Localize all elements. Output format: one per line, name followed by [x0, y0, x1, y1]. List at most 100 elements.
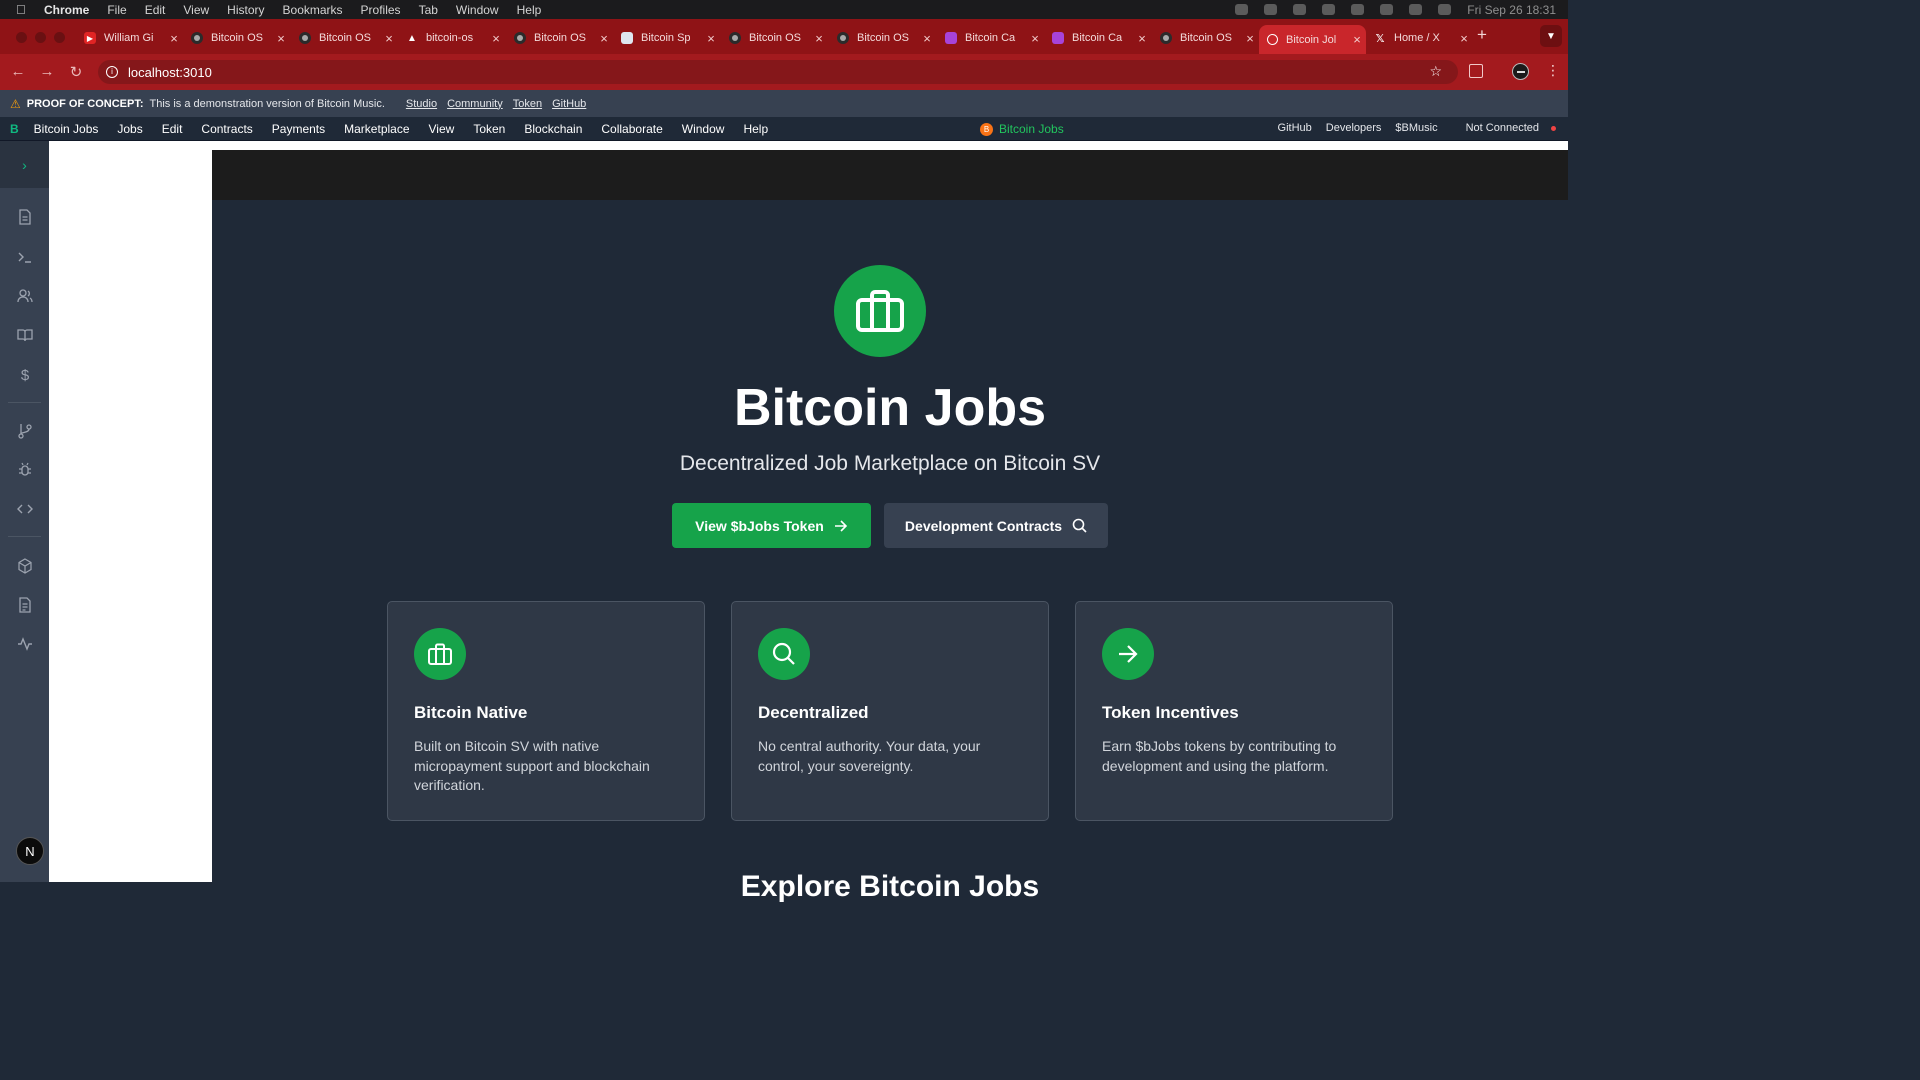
link-developers[interactable]: Developers: [1326, 122, 1382, 134]
dollar-icon[interactable]: $: [17, 367, 33, 384]
tab[interactable]: Bitcoin OS ×: [291, 26, 398, 50]
close-tab-icon[interactable]: ×: [1348, 32, 1366, 47]
new-tab-button[interactable]: +: [1477, 25, 1487, 45]
tab[interactable]: Bitcoin OS ×: [721, 26, 828, 50]
close-window-button[interactable]: [16, 32, 27, 43]
tab[interactable]: Bitcoin OS ×: [829, 26, 936, 50]
mac-menu-app[interactable]: Chrome: [44, 3, 89, 17]
view-token-button[interactable]: View $bJobs Token: [672, 503, 871, 548]
tab[interactable]: Bitcoin OS ×: [506, 26, 613, 50]
address-bar[interactable]: i localhost:3010 ☆: [98, 60, 1458, 84]
development-contracts-button[interactable]: Development Contracts: [884, 503, 1108, 548]
menu-blockchain[interactable]: Blockchain: [524, 122, 582, 136]
poc-link-community[interactable]: Community: [447, 98, 503, 110]
forward-button[interactable]: →: [37, 63, 57, 80]
wifi-icon[interactable]: [1351, 4, 1365, 15]
apple-icon[interactable]: : [16, 2, 30, 17]
close-tab-icon[interactable]: ×: [1026, 31, 1044, 46]
mac-menu-history[interactable]: History: [227, 3, 264, 17]
reload-button[interactable]: ↻: [66, 63, 86, 81]
close-tab-icon[interactable]: ×: [487, 31, 505, 46]
expand-sidebar-button[interactable]: ›: [0, 141, 49, 188]
mac-menu-file[interactable]: File: [107, 3, 126, 17]
next-dev-badge[interactable]: N: [16, 837, 44, 865]
media-icon[interactable]: [1322, 4, 1336, 15]
terminal-icon[interactable]: [17, 249, 33, 265]
siri-icon[interactable]: [1438, 4, 1452, 15]
poc-link-studio[interactable]: Studio: [406, 98, 437, 110]
volume-icon[interactable]: [1293, 4, 1307, 15]
mac-menu-window[interactable]: Window: [456, 3, 499, 17]
tray-app-icon[interactable]: [1235, 4, 1249, 15]
feature-description: Earn $bJobs tokens by contributing to de…: [1102, 738, 1337, 774]
url-text[interactable]: localhost:3010: [128, 65, 212, 80]
close-tab-icon[interactable]: ×: [1455, 31, 1473, 46]
menu-marketplace[interactable]: Marketplace: [344, 122, 409, 136]
mac-menu-help[interactable]: Help: [517, 3, 542, 17]
close-tab-icon[interactable]: ×: [272, 31, 290, 46]
menu-view[interactable]: View: [429, 122, 455, 136]
bug-icon[interactable]: [17, 462, 33, 478]
tab[interactable]: ▶ William Gi ×: [76, 26, 183, 50]
document-icon[interactable]: [17, 209, 33, 225]
mac-menu-view[interactable]: View: [183, 3, 209, 17]
file-icon[interactable]: [17, 597, 33, 613]
control-center-icon[interactable]: [1380, 4, 1394, 15]
site-info-icon[interactable]: i: [106, 66, 118, 78]
menu-jobs[interactable]: Jobs: [117, 122, 142, 136]
spotlight-icon[interactable]: [1409, 4, 1423, 15]
menu-window[interactable]: Window: [682, 122, 725, 136]
tab-active[interactable]: Bitcoin Jol ×: [1259, 25, 1366, 54]
package-icon[interactable]: [17, 558, 33, 574]
connection-status[interactable]: Not Connected: [1466, 122, 1539, 134]
activity-icon[interactable]: [17, 636, 33, 652]
maximize-window-button[interactable]: [54, 32, 65, 43]
tab[interactable]: Bitcoin Ca ×: [937, 26, 1044, 50]
tab[interactable]: Bitcoin OS ×: [183, 26, 290, 50]
mac-menu-bookmarks[interactable]: Bookmarks: [283, 3, 343, 17]
close-tab-icon[interactable]: ×: [810, 31, 828, 46]
back-button[interactable]: ←: [8, 63, 28, 80]
app-logo[interactable]: B: [10, 122, 19, 136]
tab[interactable]: 𝕏 Home / X ×: [1366, 26, 1473, 50]
tab[interactable]: Bitcoin Sp ×: [613, 26, 720, 50]
bookmark-star-icon[interactable]: ☆: [1429, 63, 1442, 80]
link-bmusic[interactable]: $BMusic: [1395, 122, 1437, 134]
close-tab-icon[interactable]: ×: [380, 31, 398, 46]
mac-menu-tab[interactable]: Tab: [419, 3, 438, 17]
book-icon[interactable]: [17, 327, 33, 343]
app-brand[interactable]: B Bitcoin Jobs: [980, 122, 1064, 136]
menu-edit[interactable]: Edit: [162, 122, 183, 136]
poc-link-github[interactable]: GitHub: [552, 98, 586, 110]
minimize-window-button[interactable]: [35, 32, 46, 43]
menu-collaborate[interactable]: Collaborate: [601, 122, 662, 136]
close-tab-icon[interactable]: ×: [595, 31, 613, 46]
tray-cast-icon[interactable]: [1264, 4, 1278, 15]
menu-payments[interactable]: Payments: [272, 122, 325, 136]
menu-contracts[interactable]: Contracts: [201, 122, 252, 136]
clock[interactable]: Fri Sep 26 18:31: [1467, 3, 1556, 17]
tab-search-button[interactable]: ▼: [1540, 25, 1562, 47]
users-icon[interactable]: [17, 288, 33, 304]
git-branch-icon[interactable]: [17, 423, 33, 439]
tab[interactable]: ▲ bitcoin-os ×: [398, 26, 505, 50]
mac-menu-profiles[interactable]: Profiles: [361, 3, 401, 17]
link-github[interactable]: GitHub: [1278, 122, 1312, 134]
tab[interactable]: Bitcoin OS ×: [1152, 26, 1259, 50]
close-tab-icon[interactable]: ×: [918, 31, 936, 46]
menu-token[interactable]: Token: [473, 122, 505, 136]
tab[interactable]: Bitcoin Ca ×: [1044, 26, 1151, 50]
code-icon[interactable]: [17, 501, 33, 517]
close-tab-icon[interactable]: ×: [702, 31, 720, 46]
close-tab-icon[interactable]: ×: [1241, 31, 1259, 46]
close-tab-icon[interactable]: ×: [1133, 31, 1151, 46]
menu-bitcoin-jobs[interactable]: Bitcoin Jobs: [34, 122, 99, 136]
poc-link-token[interactable]: Token: [513, 98, 542, 110]
close-tab-icon[interactable]: ×: [165, 31, 183, 46]
extensions-icon[interactable]: [1469, 64, 1483, 78]
chrome-menu-icon[interactable]: ⋮: [1546, 62, 1560, 79]
app-menu-bar: B Bitcoin Jobs Jobs Edit Contracts Payme…: [0, 117, 1568, 141]
mac-menu-edit[interactable]: Edit: [145, 3, 166, 17]
menu-help[interactable]: Help: [743, 122, 768, 136]
profile-avatar[interactable]: [1512, 63, 1529, 80]
